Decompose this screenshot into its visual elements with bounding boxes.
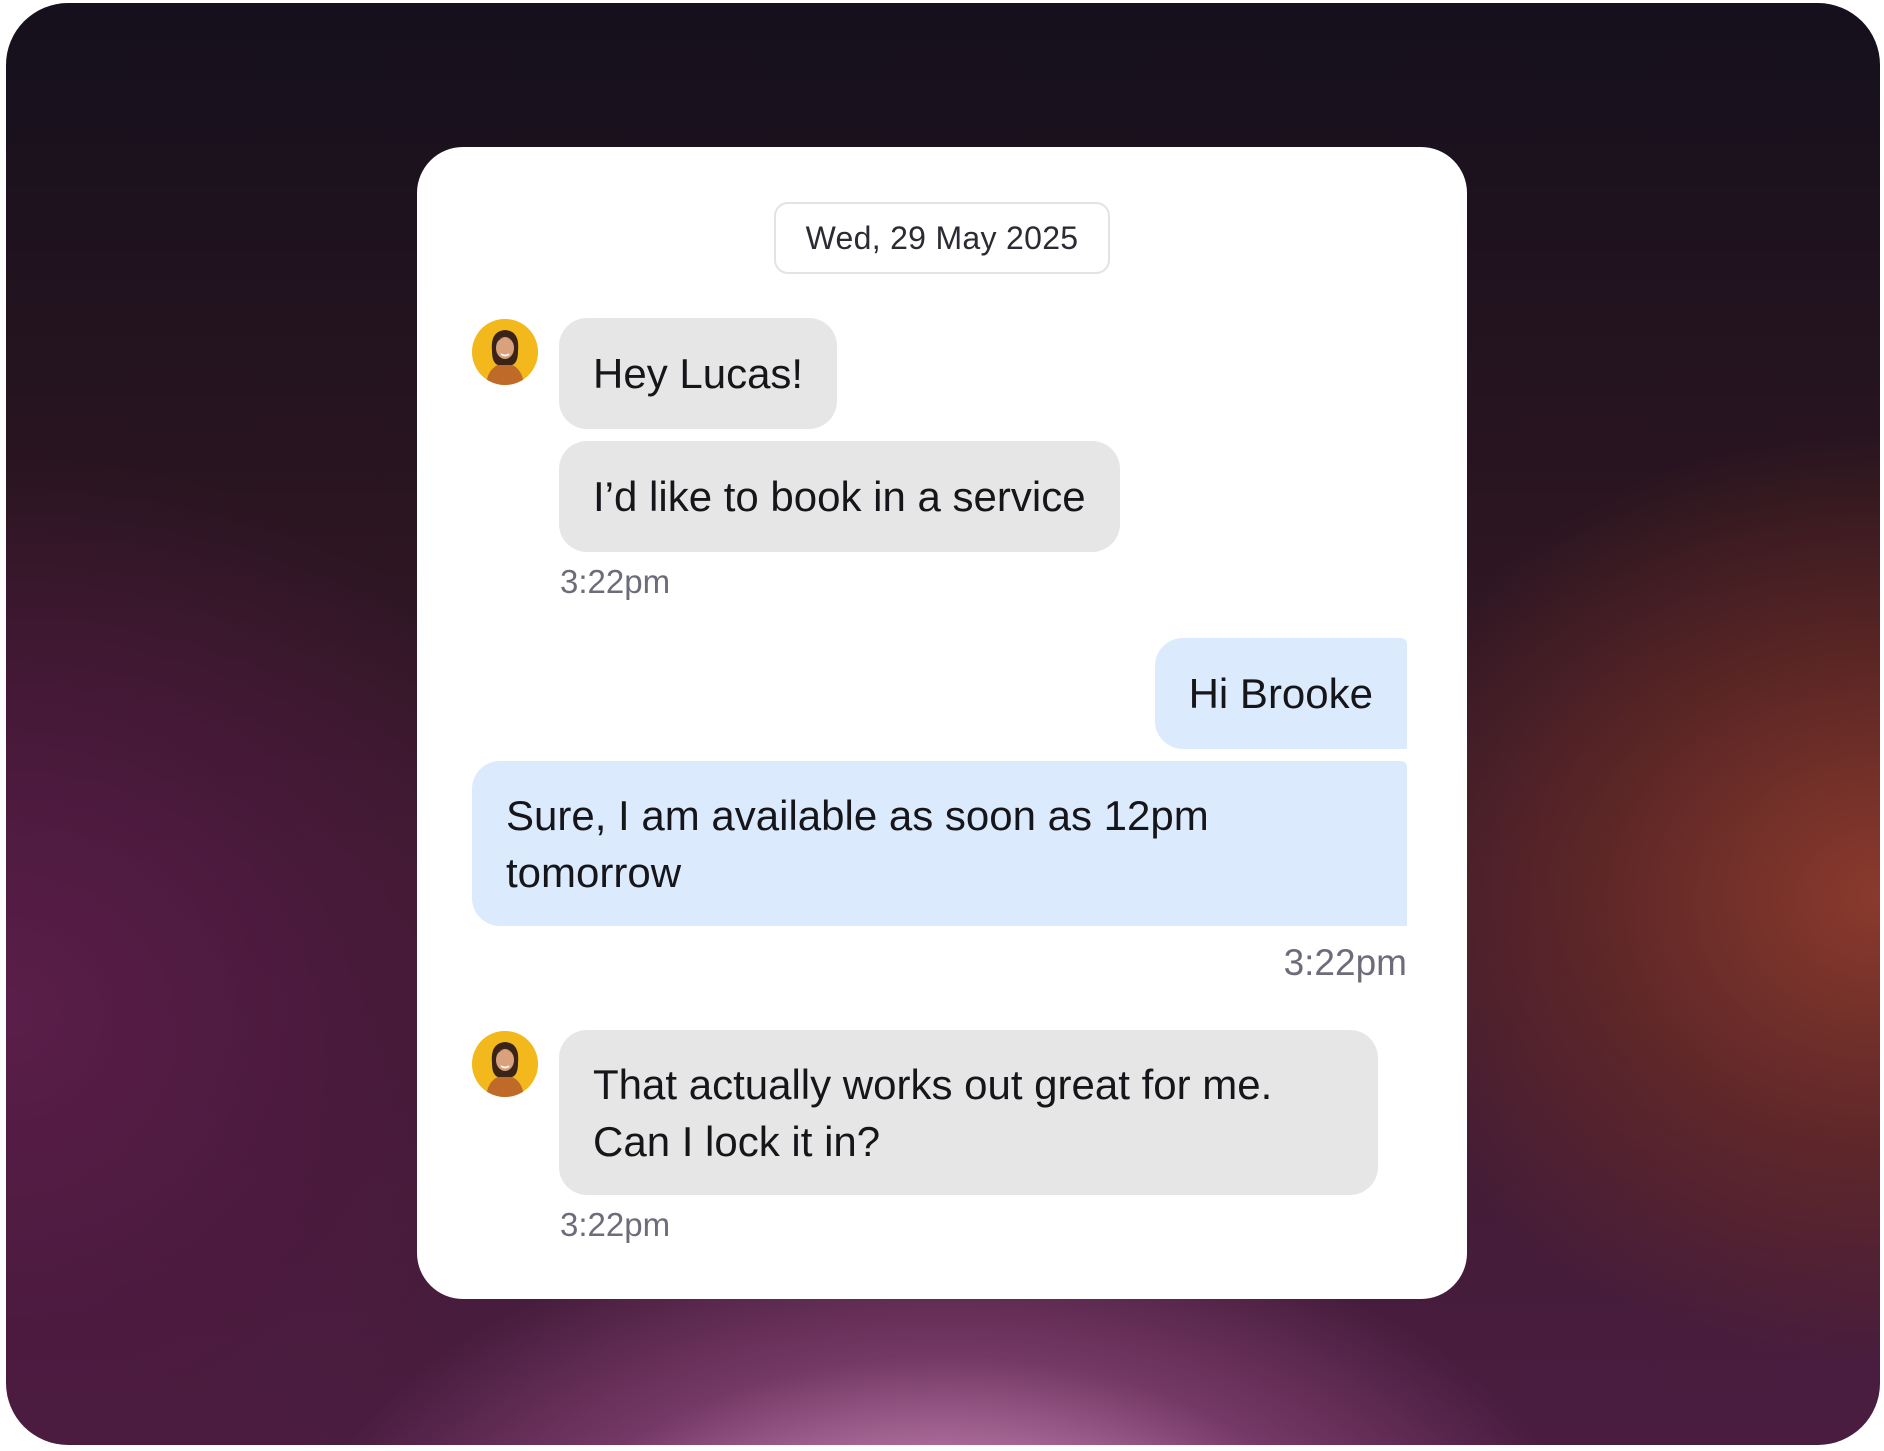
message-text: That actually works out great for me. Ca…	[593, 1060, 1273, 1165]
chat-card: Wed, 29 May 2025 Hey Lucas! I’d like to …	[417, 147, 1467, 1299]
message-bubble-incoming[interactable]: I’d like to book in a service	[559, 441, 1120, 552]
message-timestamp: 3:22pm	[560, 1206, 671, 1243]
person-avatar-icon	[472, 319, 538, 385]
message-timestamp: 3:22pm	[560, 563, 671, 600]
message-text: I’d like to book in a service	[593, 473, 1086, 520]
contact-avatar[interactable]	[472, 1031, 538, 1097]
message-timestamp: 3:22pm	[1283, 942, 1407, 983]
message-text: Hey Lucas!	[593, 350, 804, 397]
message-bubble-incoming[interactable]: That actually works out great for me. Ca…	[559, 1030, 1378, 1195]
date-separator: Wed, 29 May 2025	[774, 202, 1110, 274]
message-text: Hi Brooke	[1188, 670, 1373, 717]
message-bubble-outgoing[interactable]: Hi Brooke	[1154, 638, 1407, 749]
message-text: Sure, I am available as soon as 12pm tom…	[506, 791, 1209, 896]
contact-avatar[interactable]	[472, 319, 538, 385]
message-bubble-incoming[interactable]: Hey Lucas!	[559, 318, 838, 429]
message-bubble-outgoing[interactable]: Sure, I am available as soon as 12pm tom…	[472, 761, 1407, 926]
person-avatar-icon	[472, 1031, 538, 1097]
